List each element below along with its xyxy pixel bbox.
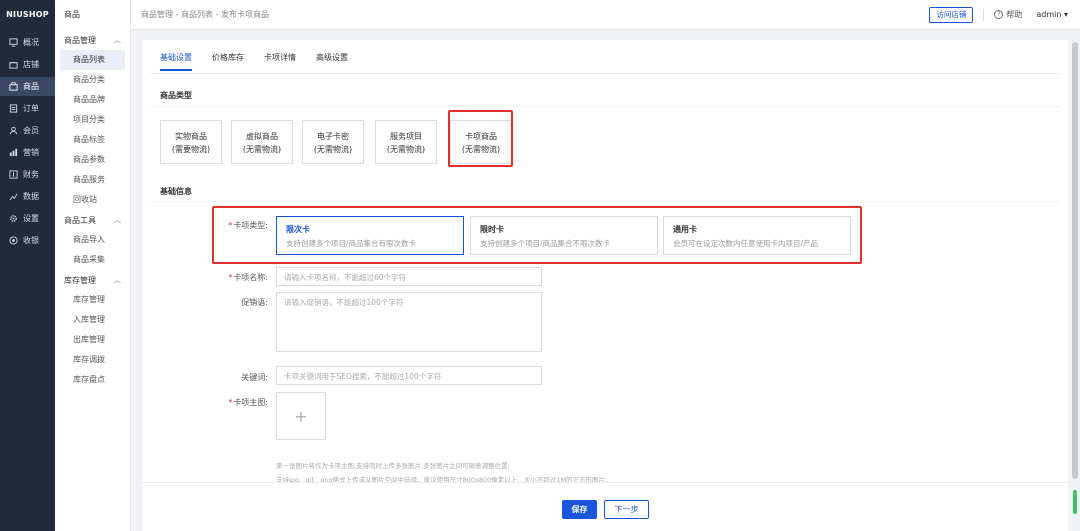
tab-advanced[interactable]: 高级设置: [316, 52, 348, 71]
chevron-up-icon: ︿: [114, 36, 121, 44]
subnav-group-goods-tools[interactable]: 商品工具 ︿: [55, 210, 130, 230]
subnav-item-recycle[interactable]: 回收站: [60, 190, 125, 210]
section-divider: [150, 106, 1060, 107]
user-menu[interactable]: admin ▾: [1036, 10, 1068, 19]
data-icon: [8, 191, 19, 202]
store-icon: [8, 59, 19, 70]
subnav-item-goods-list[interactable]: 商品列表: [60, 50, 125, 70]
cashier-icon: [8, 235, 19, 246]
subnav-item-goods-brand[interactable]: 商品品牌: [60, 90, 125, 110]
main-sidebar: NIUSHOP 概况 店铺 商品 订单 会员 营销 财务 数据 设置 收银: [0, 0, 55, 531]
subnav-item-goods-import[interactable]: 商品导入: [60, 230, 125, 250]
keyword-label: 关键词:: [241, 373, 268, 382]
nav-item-data[interactable]: 数据: [0, 187, 55, 206]
section-title-basic-info: 基础信息: [160, 187, 192, 196]
subnav-item-stock-in[interactable]: 入库管理: [60, 310, 125, 330]
save-button[interactable]: 保存: [562, 500, 597, 519]
subnav-item-stock-check[interactable]: 库存盘点: [60, 370, 125, 390]
nav-item-store[interactable]: 店铺: [0, 55, 55, 74]
keyword-input[interactable]: 卡项关键词用于SEO搜索，不能超过100个字符: [276, 366, 542, 385]
subnav-item-project-category[interactable]: 项目分类: [60, 110, 125, 130]
upload-hint-1: 第一张图片将作为卡项主图,支持同时上传多张图片,多张图片之间可随意调整位置;: [276, 462, 510, 470]
product-type-ecard[interactable]: 电子卡密 (无需物流): [302, 120, 364, 164]
promo-label: 促销语:: [241, 298, 268, 307]
order-icon: [8, 103, 19, 114]
chevron-up-icon: ︿: [114, 276, 121, 284]
finance-icon: [8, 169, 19, 180]
subnav-item-goods-tag[interactable]: 商品标签: [60, 130, 125, 150]
card-type-limited-time[interactable]: 限时卡 支持创建多个项目/商品集合不限次数卡: [470, 216, 658, 255]
card-name-input[interactable]: 请输入卡项名称，不能超过60个字符: [276, 267, 542, 286]
subnav-item-stock-transfer[interactable]: 库存调拨: [60, 350, 125, 370]
app-logo: NIUSHOP: [6, 10, 49, 19]
image-upload-button[interactable]: +: [276, 392, 326, 440]
nav-item-orders[interactable]: 订单: [0, 99, 55, 118]
product-type-physical[interactable]: 实物商品 (需要物流): [160, 120, 222, 164]
scroll-indicator: [1073, 490, 1077, 514]
tab-card-detail[interactable]: 卡项详情: [264, 52, 296, 71]
nav-item-finance[interactable]: 财务: [0, 165, 55, 184]
caret-down-icon: ▾: [1063, 10, 1068, 19]
promo-textarea[interactable]: 请输入促销语，不能超过100个字符: [276, 292, 542, 352]
card-type-label: *卡项类型:: [228, 221, 268, 230]
gear-icon: [8, 213, 19, 224]
scrollbar-thumb[interactable]: [1072, 42, 1078, 479]
bag-icon: [8, 81, 19, 92]
nav-item-members[interactable]: 会员: [0, 121, 55, 140]
nav-item-settings[interactable]: 设置: [0, 209, 55, 228]
user-icon: [8, 125, 19, 136]
tab-price-stock[interactable]: 价格库存: [212, 52, 244, 71]
card-type-limited-times[interactable]: 限次卡 支持创建多个项目/商品集合有限次数卡: [276, 216, 464, 255]
subnav-item-goods-param[interactable]: 商品参数: [60, 150, 125, 170]
subnav-group-goods-manage[interactable]: 商品管理 ︿: [55, 30, 130, 50]
subnav-item-stock-out[interactable]: 出库管理: [60, 330, 125, 350]
breadcrumb: 商品管理 - 商品列表 - 发布卡项商品: [141, 10, 269, 19]
tab-divider: [150, 73, 1060, 74]
main-image-label: *卡项主图:: [228, 398, 268, 407]
card-type-general[interactable]: 通用卡 会员可在设定次数内任意使用卡内项目/产品: [663, 216, 851, 255]
subnav-item-goods-collect[interactable]: 商品采集: [60, 250, 125, 270]
section-divider: [150, 201, 1060, 202]
tab-basic[interactable]: 基础设置: [160, 52, 192, 71]
nav-item-cashier[interactable]: 收银: [0, 231, 55, 250]
nav-item-overview[interactable]: 概况: [0, 33, 55, 52]
form-footer: 保存 下一步: [142, 482, 1068, 531]
subnav-item-stock-manage[interactable]: 库存管理: [60, 290, 125, 310]
card-name-label: *卡项名称:: [228, 273, 268, 282]
monitor-icon: [8, 37, 19, 48]
plus-icon: +: [294, 406, 308, 426]
secondary-sidebar: 商品 商品管理 ︿ 商品列表 商品分类 商品品牌 项目分类 商品标签 商品参数 商…: [55, 0, 131, 531]
next-step-button[interactable]: 下一步: [604, 500, 649, 519]
product-type-service[interactable]: 服务项目 (无需物流): [375, 120, 437, 164]
subnav-title: 商品: [64, 10, 80, 19]
product-type-virtual[interactable]: 虚拟商品 (无需物流): [231, 120, 293, 164]
form-tabs: 基础设置 价格库存 卡项详情 高级设置: [160, 52, 368, 71]
chart-icon: [8, 147, 19, 158]
visit-store-button[interactable]: 访问店铺: [929, 6, 974, 23]
subnav-item-goods-category[interactable]: 商品分类: [60, 70, 125, 90]
header-divider: [983, 8, 985, 21]
top-header: 商品管理 - 商品列表 - 发布卡项商品 访问店铺 ? 帮助 admin ▾: [131, 0, 1080, 30]
highlight-box-product-type: [448, 110, 513, 167]
main-card: 基础设置 价格库存 卡项详情 高级设置 商品类型 实物商品 (需要物流) 虚拟商品…: [142, 40, 1068, 531]
section-title-product-type: 商品类型: [160, 91, 192, 100]
help-icon: ?: [994, 10, 1004, 19]
nav-item-goods[interactable]: 商品: [0, 77, 55, 96]
help-link[interactable]: ? 帮助: [994, 9, 1022, 20]
subnav-group-stock[interactable]: 库存管理 ︿: [55, 270, 130, 290]
chevron-up-icon: ︿: [114, 216, 121, 224]
subnav-item-goods-service[interactable]: 商品服务: [60, 170, 125, 190]
nav-item-marketing[interactable]: 营销: [0, 143, 55, 162]
